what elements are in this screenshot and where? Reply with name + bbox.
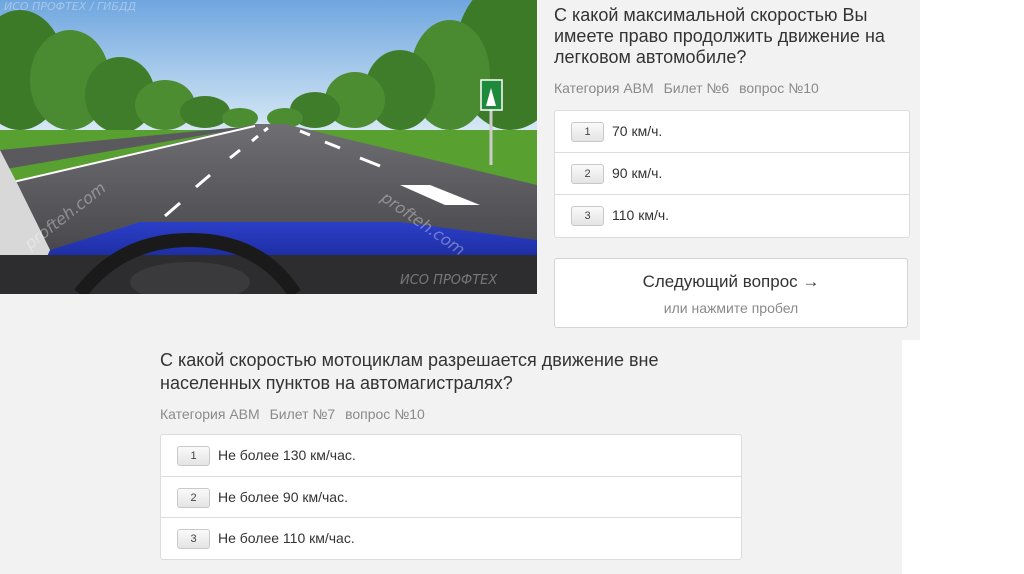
answer-text: Не более 110 км/час. [218, 530, 355, 546]
answer-text: 90 км/ч. [612, 165, 663, 181]
ticket-label: Билет №7 [269, 406, 336, 422]
answer-option-3[interactable]: 3 110 км/ч. [555, 195, 909, 237]
bottom-watermark: ИСО ПРОФТЕХ [400, 273, 498, 288]
answer-option-1[interactable]: 1 70 км/ч. [555, 111, 909, 153]
road-scene-image: ИСО ПРОФТЕХ / ГИБДД profteh.com profteh.… [0, 0, 537, 294]
question-1-meta: Категория АВМ Билет №6 вопрос №10 [554, 80, 825, 96]
answer-text: 110 км/ч. [612, 207, 670, 223]
question-number-label: вопрос №10 [345, 406, 425, 422]
answer-number-button[interactable]: 3 [571, 206, 604, 226]
question-2-title: С какой скоростью мотоциклам разрешается… [160, 350, 659, 393]
next-question-button[interactable]: Следующий вопрос → или нажмите пробел [554, 258, 908, 328]
category-label: Категория АВМ [554, 80, 654, 96]
answer-option-2[interactable]: 2 Не более 90 км/час. [161, 477, 741, 518]
top-watermark: ИСО ПРОФТЕХ / ГИБДД [4, 0, 136, 13]
question-number-label: вопрос №10 [739, 80, 819, 96]
answer-option-2[interactable]: 2 90 км/ч. [555, 153, 909, 195]
answer-number-button[interactable]: 1 [177, 446, 210, 466]
spacebar-hint: или нажмите пробел [663, 300, 799, 316]
answer-number-button[interactable]: 2 [177, 487, 210, 508]
answer-text: Не более 90 км/час. [218, 488, 348, 505]
answer-number-button[interactable]: 1 [571, 122, 604, 142]
answer-option-3[interactable]: 3 Не более 110 км/час. [161, 518, 741, 560]
answer-option-1[interactable]: 1 Не более 130 км/час. [161, 435, 741, 477]
road-scene-svg: ИСО ПРОФТЕХ / ГИБДД profteh.com profteh.… [0, 0, 537, 294]
question-2-meta: Категория АВМ Билет №7 вопрос №10 [160, 406, 431, 422]
category-label: Категория АВМ [160, 406, 260, 422]
question-1-answers: 1 70 км/ч. 2 90 км/ч. 3 110 км/ч. [554, 110, 910, 238]
answer-number-button[interactable]: 2 [571, 164, 604, 184]
answer-text: Не более 130 км/час. [218, 447, 356, 463]
answer-text: 70 км/ч. [612, 123, 663, 139]
question-2-answers: 1 Не более 130 км/час. 2 Не более 90 км/… [160, 434, 742, 560]
question-1-title: С какой максимальной скоростью Вы имеете… [554, 5, 885, 67]
next-question-label: Следующий вопрос → [642, 272, 820, 291]
answer-number-button[interactable]: 3 [177, 529, 210, 549]
ticket-label: Билет №6 [663, 80, 730, 96]
